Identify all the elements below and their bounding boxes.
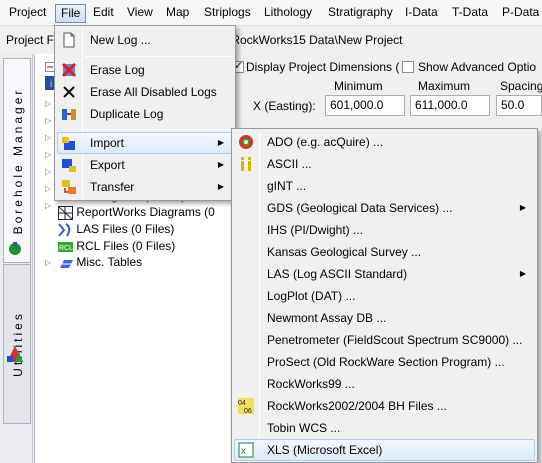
- import-icon: [61, 135, 78, 151]
- import-item-xls[interactable]: x XLS (Microsoft Excel): [234, 439, 535, 461]
- menu-item-erase-log[interactable]: Erase Log: [57, 59, 233, 81]
- import-item-rockworks2002[interactable]: 04 06 RockWorks2002/2004 BH Files ...: [234, 395, 535, 417]
- import-item-gds[interactable]: GDS (Geological Data Services) ... ▶: [234, 197, 535, 219]
- menu-project[interactable]: Project: [4, 4, 51, 23]
- x-min-field[interactable]: 601,000.0: [325, 95, 405, 116]
- import-item-penetrometer[interactable]: Penetrometer (FieldScout Spectrum SC9000…: [234, 329, 535, 351]
- import-item-newmont[interactable]: Newmont Assay DB ...: [234, 307, 535, 329]
- col-spacing: Spacing: [500, 79, 542, 93]
- menu-file[interactable]: File: [55, 4, 87, 23]
- rcl-files-icon: RCL: [58, 240, 73, 254]
- expand-icon[interactable]: ▷: [45, 258, 55, 267]
- import-item-ado[interactable]: ADO (e.g. acQuire) ...: [234, 131, 535, 153]
- import-item-ascii[interactable]: ASCII ...: [234, 153, 535, 175]
- menu-item-new-log[interactable]: New Log ...: [57, 29, 233, 51]
- menu-edit[interactable]: Edit: [88, 4, 119, 23]
- utilities-icon: [7, 346, 23, 362]
- svg-text:x: x: [241, 446, 246, 457]
- menu-t-data[interactable]: T-Data: [447, 4, 493, 23]
- las-files-icon: [58, 222, 73, 237]
- reportworks-icon: [58, 205, 74, 220]
- close-icon: [61, 84, 78, 100]
- submenu-arrow-icon: ▶: [519, 203, 526, 212]
- transfer-icon: [61, 179, 78, 195]
- project-path-text: \RockWorks15 Data\New Project: [228, 33, 403, 47]
- import-item-prosect[interactable]: ProSect (Old RockWare Section Program) .…: [234, 351, 535, 373]
- menu-striplogs[interactable]: Striplogs: [199, 4, 256, 23]
- submenu-arrow-icon: ▶: [217, 138, 224, 147]
- menu-p-data[interactable]: P-Data: [497, 4, 542, 23]
- import-submenu: ADO (e.g. acQuire) ... ASCII ... gINT ..…: [231, 128, 538, 463]
- display-dims-label: Display Project Dimensions (: [246, 60, 400, 74]
- x-max-field[interactable]: 611,000.0: [410, 95, 490, 116]
- import-item-tobin[interactable]: Tobin WCS ...: [234, 417, 535, 439]
- svg-text:i: i: [50, 79, 52, 90]
- export-icon: [61, 157, 78, 173]
- new-log-icon: [61, 32, 78, 48]
- file-menu: New Log ... Erase Log Erase All Disabled…: [54, 25, 236, 201]
- menu-item-import[interactable]: Import ▶: [57, 132, 233, 154]
- duplicate-log-icon: [61, 106, 78, 122]
- menu-lithology[interactable]: Lithology: [259, 4, 317, 23]
- tree-label: LAS Files (0 Files): [76, 222, 175, 236]
- show-advanced-checkbox[interactable]: [402, 61, 414, 73]
- menu-map[interactable]: Map: [161, 4, 194, 23]
- x-spacing-field[interactable]: 50.0: [496, 95, 542, 116]
- submenu-arrow-icon: ▶: [217, 182, 224, 191]
- tree-label: ReportWorks Diagrams (0: [76, 205, 215, 219]
- tab-borehole-manager[interactable]: Borehole Manager: [3, 58, 31, 263]
- misc-tables-icon: [58, 256, 74, 270]
- submenu-arrow-icon: ▶: [217, 160, 224, 169]
- borehole-manager-icon: [7, 240, 23, 256]
- side-tab-strip: Borehole Manager Utilities: [0, 54, 33, 463]
- svg-text:04: 04: [238, 400, 246, 407]
- import-item-las[interactable]: LAS (Log ASCII Standard) ▶: [234, 263, 535, 285]
- menu-item-duplicate-log[interactable]: Duplicate Log: [57, 103, 233, 125]
- menu-item-transfer[interactable]: Transfer ▶: [57, 176, 233, 198]
- tree-row-las[interactable]: LAS Files (0 Files): [45, 222, 174, 239]
- import-item-ihs[interactable]: IHS (PI/Dwight) ...: [234, 219, 535, 241]
- x-easting-label: X (Easting):: [253, 99, 316, 113]
- excel-icon: x: [238, 442, 255, 458]
- ado-icon: [238, 134, 255, 150]
- col-minimum: Minimum: [334, 79, 383, 93]
- ascii-icon: [238, 156, 255, 172]
- svg-text:RCL: RCL: [59, 245, 73, 252]
- erase-log-icon: [61, 62, 78, 78]
- tree-label: RCL Files (0 Files): [76, 239, 176, 253]
- menu-item-erase-all-disabled[interactable]: Erase All Disabled Logs: [57, 81, 233, 103]
- menu-bar: Project File Edit View Map Striplogs Lit…: [0, 0, 542, 26]
- submenu-arrow-icon: ▶: [519, 269, 526, 278]
- tab-borehole-manager-label: Borehole Manager: [11, 87, 25, 234]
- menu-view[interactable]: View: [122, 4, 158, 23]
- menu-item-export[interactable]: Export ▶: [57, 154, 233, 176]
- show-advanced-label: Show Advanced Optio: [418, 60, 537, 74]
- tree-row-rcl[interactable]: RCL RCL Files (0 Files): [45, 239, 175, 256]
- svg-text:06: 06: [244, 408, 252, 414]
- tab-utilities[interactable]: Utilities: [3, 264, 31, 424]
- tab-utilities-label: Utilities: [11, 311, 25, 377]
- tree-label: Misc. Tables: [76, 255, 143, 269]
- import-item-logplot[interactable]: LogPlot (DAT) ...: [234, 285, 535, 307]
- tree-row-misc[interactable]: ▷ Misc. Tables: [45, 255, 142, 272]
- menu-i-data[interactable]: I-Data: [400, 4, 443, 23]
- import-item-gint[interactable]: gINT ...: [234, 175, 535, 197]
- rockworks2002-icon: 04 06: [238, 398, 255, 415]
- import-item-rockworks99[interactable]: RockWorks99 ...: [234, 373, 535, 395]
- tree-row-reportworks[interactable]: ReportWorks Diagrams (0: [45, 205, 215, 222]
- col-maximum: Maximum: [418, 79, 471, 93]
- project-folder-label: Project F: [6, 33, 55, 47]
- import-item-kgs[interactable]: Kansas Geological Survey ...: [234, 241, 535, 263]
- menu-stratigraphy[interactable]: Stratigraphy: [323, 4, 398, 23]
